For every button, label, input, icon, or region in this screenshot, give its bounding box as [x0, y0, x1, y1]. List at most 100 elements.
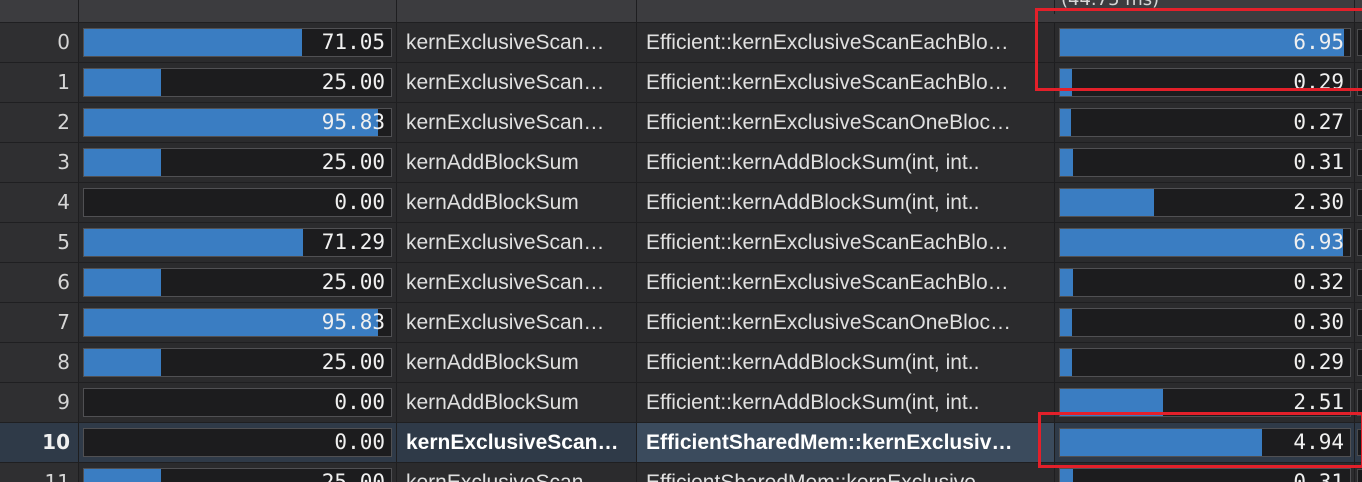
extra-bar-track — [1357, 389, 1362, 416]
duration-value: 0.31 — [1293, 470, 1344, 482]
extra-bar-track — [1357, 429, 1362, 456]
percent-bar-fill — [84, 269, 161, 296]
kernel-name-cell: kernExclusiveScan… — [396, 303, 636, 342]
duration-bar-track: 6.93 — [1059, 228, 1351, 257]
duration-value: 6.93 — [1293, 230, 1344, 254]
duration-cell: 0.29 — [1054, 343, 1354, 382]
kernel-name-cell: kernAddBlockSum — [396, 183, 636, 222]
percent-value: 95.83 — [321, 110, 385, 134]
row-index-cell: 1 — [0, 63, 78, 102]
duration-value: 0.32 — [1293, 270, 1344, 294]
extra-column-cell — [1354, 463, 1362, 482]
kernel-name-cell: kernAddBlockSum — [396, 343, 636, 382]
extra-column-cell — [1354, 423, 1362, 462]
duration-value: 6.95 — [1293, 30, 1344, 54]
duration-cell: 0.27 — [1054, 103, 1354, 142]
duration-value: 0.30 — [1293, 310, 1344, 334]
extra-column-cell — [1354, 343, 1362, 382]
percent-bar-fill — [84, 469, 161, 482]
column-header-duration[interactable]: (44.75 ms) — [1054, 0, 1354, 14]
column-header-index[interactable] — [0, 0, 78, 22]
percent-value: 95.83 — [321, 310, 385, 334]
table-row[interactable]: 2 95.83 kernExclusiveScan… Efficient::kernE… — [0, 103, 1362, 143]
percent-bar-track: 0.00 — [83, 188, 392, 217]
percent-cell: 25.00 — [78, 63, 396, 102]
percent-cell: 25.00 — [78, 463, 396, 482]
table-row[interactable]: 4 0.00 kernAddBlockSum Efficient::kernAddBl… — [0, 183, 1362, 223]
duration-cell: 0.32 — [1054, 263, 1354, 302]
duration-bar-fill — [1060, 69, 1072, 96]
percent-value: 25.00 — [321, 470, 385, 482]
duration-bar-fill — [1060, 469, 1073, 482]
table-row[interactable]: 3 25.00 kernAddBlockSum Efficient::kernAddB… — [0, 143, 1362, 183]
percent-bar-track: 0.00 — [83, 428, 392, 457]
table-row[interactable]: 11 25.00 kernExclusiveScan…EfficientShared… — [0, 463, 1362, 482]
table-row[interactable]: 8 25.00 kernAddBlockSum Efficient::kernAddB… — [0, 343, 1362, 383]
row-index-cell: 5 — [0, 223, 78, 262]
table-row[interactable]: 10 0.00 kernExclusiveScan… EfficientSharedM… — [0, 423, 1362, 463]
duration-bar-track: 6.95 — [1059, 28, 1351, 57]
extra-column-cell — [1354, 223, 1362, 262]
extra-bar-track — [1357, 149, 1362, 176]
percent-bar-fill — [84, 349, 161, 376]
extra-bar-track — [1357, 109, 1362, 136]
kernel-name-cell: kernExclusiveScan… — [396, 63, 636, 102]
duration-bar-track: 0.29 — [1059, 348, 1351, 377]
percent-cell: 95.83 — [78, 303, 396, 342]
column-header-function[interactable] — [636, 0, 1054, 22]
duration-cell: 6.95 — [1054, 23, 1354, 62]
kernel-name-cell: kernExclusiveScan… — [396, 223, 636, 262]
table-row[interactable]: 5 71.29 kernExclusiveScan… Efficient::kernE… — [0, 223, 1362, 263]
function-name-cell: Efficient::kernExclusiveScanEachBlo… — [636, 23, 1054, 62]
table-row[interactable]: 6 25.00 kernExclusiveScan… Efficient::kernE… — [0, 263, 1362, 303]
percent-bar-fill — [84, 149, 161, 176]
percent-value: 25.00 — [321, 350, 385, 374]
percent-value: 0.00 — [334, 190, 385, 214]
percent-value: 71.29 — [321, 230, 385, 254]
kernel-name-cell: kernAddBlockSum — [396, 143, 636, 182]
function-name-cell: Efficient::kernExclusiveScanOneBloc… — [636, 103, 1054, 142]
table-row[interactable]: 7 95.83 kernExclusiveScan… Efficient::kernE… — [0, 303, 1362, 343]
percent-cell: 71.05 — [78, 23, 396, 62]
percent-bar-track: 71.29 — [83, 228, 392, 257]
percent-bar-track: 71.05 — [83, 28, 392, 57]
extra-column-cell — [1354, 23, 1362, 62]
extra-column-cell — [1354, 63, 1362, 102]
function-name-cell: Efficient::kernAddBlockSum(int, int.. — [636, 383, 1054, 422]
function-name-cell: Efficient::kernExclusiveScanEachBlo… — [636, 223, 1054, 262]
duration-bar-track: 0.31 — [1059, 148, 1351, 177]
duration-bar-track: 4.94 — [1059, 428, 1351, 457]
function-name-cell: Efficient::kernExclusiveScanOneBloc… — [636, 303, 1054, 342]
function-name-cell: Efficient::kernAddBlockSum(int, int.. — [636, 343, 1054, 382]
percent-cell: 25.00 — [78, 143, 396, 182]
row-index-cell: 11 — [0, 463, 78, 482]
percent-bar-track: 25.00 — [83, 268, 392, 297]
duration-cell: 0.29 — [1054, 63, 1354, 102]
duration-bar-fill — [1060, 109, 1072, 136]
extra-bar-track — [1357, 69, 1362, 96]
percent-cell: 0.00 — [78, 423, 396, 462]
function-name-cell: Efficient::kernExclusiveScanEachBlo… — [636, 63, 1054, 102]
duration-value: 0.29 — [1293, 70, 1344, 94]
percent-cell: 71.29 — [78, 223, 396, 262]
kernel-name-cell: kernExclusiveScan… — [396, 23, 636, 62]
column-header-name[interactable] — [396, 0, 636, 22]
percent-bar-fill — [84, 29, 303, 56]
table-row[interactable]: 9 0.00 kernAddBlockSum Efficient::kernAddBl… — [0, 383, 1362, 423]
duration-bar-track: 0.29 — [1059, 68, 1351, 97]
table-row[interactable]: 1 25.00 kernExclusiveScan… Efficient::kernE… — [0, 63, 1362, 103]
duration-cell: 0.31 — [1054, 463, 1354, 482]
duration-bar-fill — [1060, 149, 1073, 176]
results-table-view: (44.75 ms) 071.05kernExclusiveScan…Effic… — [0, 0, 1362, 482]
extra-bar-track — [1357, 269, 1362, 296]
duration-cell: 2.30 — [1054, 183, 1354, 222]
table-row[interactable]: 0 71.05 kernExclusiveScan… Efficient::kernE… — [0, 23, 1362, 63]
percent-bar-track: 25.00 — [83, 348, 392, 377]
function-name-cell: EfficientSharedMem::kernExclusive… — [636, 463, 1054, 482]
column-header-extra[interactable] — [1354, 0, 1362, 22]
extra-column-cell — [1354, 383, 1362, 422]
row-index-cell: 10 — [0, 423, 78, 462]
row-index-cell: 6 — [0, 263, 78, 302]
column-header-percent[interactable] — [78, 0, 396, 22]
percent-cell: 0.00 — [78, 383, 396, 422]
